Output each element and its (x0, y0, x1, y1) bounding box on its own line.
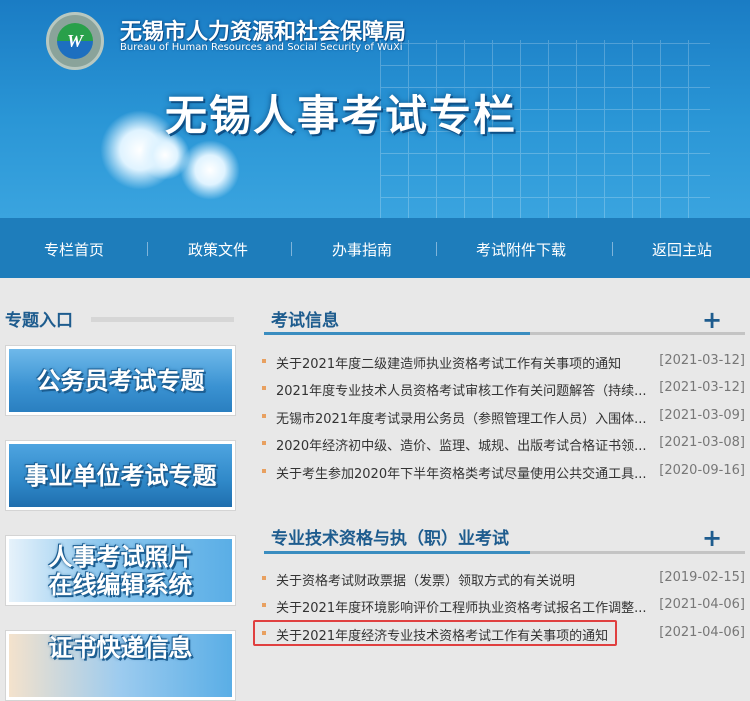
page-title: 无锡人事考试专栏 (165, 91, 518, 140)
divider (91, 317, 234, 322)
nav-downloads[interactable]: 考试附件下载 (476, 239, 566, 260)
section-title-exam-info: 考试信息 (271, 311, 339, 331)
section-divider (264, 332, 745, 335)
more-plus-icon[interactable]: + (702, 306, 722, 334)
photo-editor-link[interactable]: 人事考试照片 在线编辑系统 (5, 535, 236, 606)
bureau-logo[interactable]: W (46, 12, 104, 70)
more-plus-icon[interactable]: + (702, 524, 722, 552)
nav-divider (436, 242, 437, 256)
main-nav: 专栏首页 政策文件 办事指南 考试附件下载 返回主站 (0, 218, 750, 278)
nav-guide[interactable]: 办事指南 (332, 239, 392, 260)
bullet-icon (262, 414, 266, 418)
sidebar-title: 专题入口 (5, 311, 73, 331)
bullet-icon (262, 386, 266, 390)
bullet-icon (262, 441, 266, 445)
list-item[interactable]: 2020年经济初中级、造价、监理、城规、出版考试合格证书领... [2021-03… (262, 432, 747, 454)
list-item[interactable]: 关于2021年度环境影响评价工程师执业资格考试报名工作调整... [2021-04… (262, 594, 747, 616)
nav-home[interactable]: 专栏首页 (44, 239, 104, 260)
bullet-icon (262, 603, 266, 607)
spotlight-graphic (180, 140, 240, 200)
bullet-icon (262, 469, 266, 473)
list-item[interactable]: 关于资格考试财政票据（发票）领取方式的有关说明 [2019-02-15] (262, 567, 747, 589)
org-name-en: Bureau of Human Resources and Social Sec… (120, 42, 403, 53)
civil-servant-exam-link[interactable]: 公务员考试专题 (5, 345, 236, 416)
list-item[interactable]: 无锡市2021年度考试录用公务员（参照管理工作人员）入围体... [2021-03… (262, 405, 747, 427)
bullet-icon (262, 359, 266, 363)
nav-divider (147, 242, 148, 256)
section-divider (264, 551, 745, 554)
bullet-icon (262, 576, 266, 580)
nav-main-site[interactable]: 返回主站 (652, 239, 712, 260)
header-banner: W 无锡市人力资源和社会保障局 Bureau of Human Resource… (0, 0, 750, 218)
list-item[interactable]: 关于2021年度二级建造师执业资格考试工作有关事项的通知 [2021-03-12] (262, 350, 747, 372)
nav-divider (291, 242, 292, 256)
public-institution-exam-link[interactable]: 事业单位考试专题 (5, 440, 236, 511)
highlight-box (253, 620, 617, 646)
list-item[interactable]: 2021年度专业技术人员资格考试审核工作有关问题解答（持续... [2021-03… (262, 377, 747, 399)
nav-policy[interactable]: 政策文件 (188, 239, 248, 260)
nav-divider (612, 242, 613, 256)
list-item[interactable]: 关于考生参加2020年下半年资格类考试尽量使用公共交通工具... [2020-09… (262, 460, 747, 482)
certificate-delivery-link[interactable]: 证书快递信息 (5, 630, 236, 701)
section-title-professional-exams: 专业技术资格与执（职）业考试 (271, 529, 509, 549)
